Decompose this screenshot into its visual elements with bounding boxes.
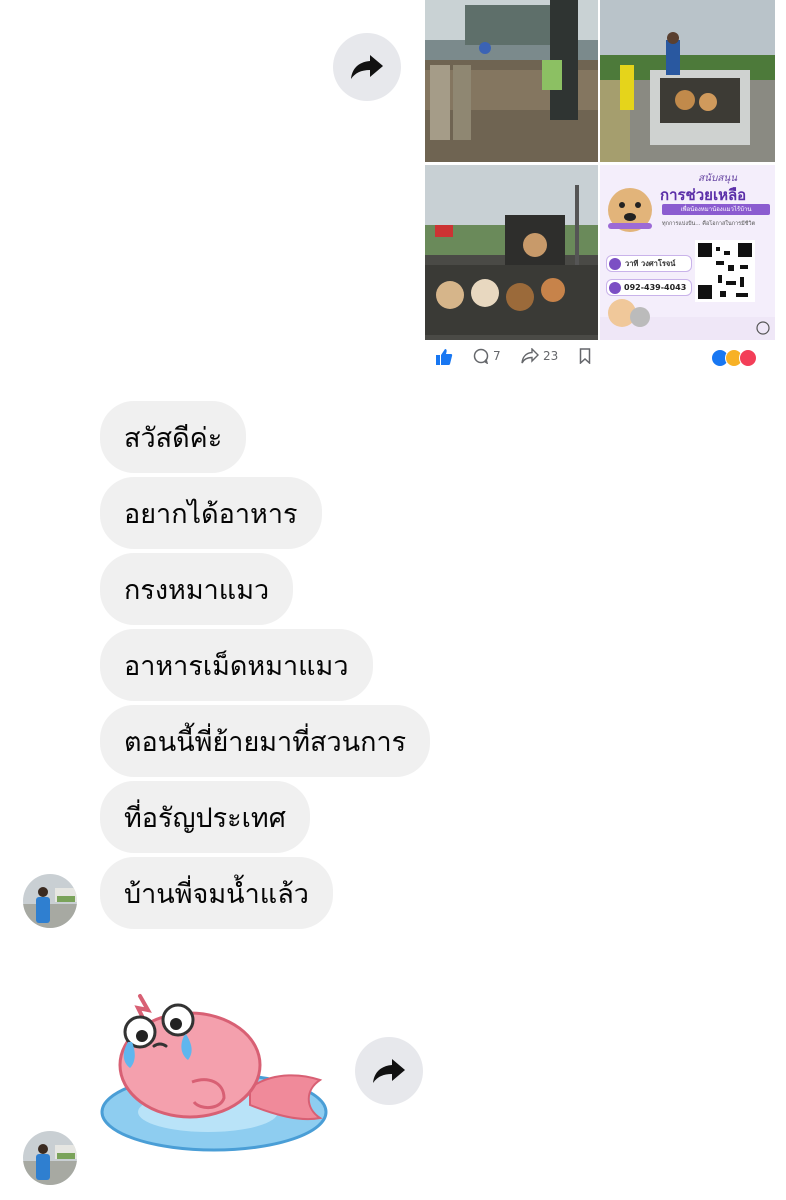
promo-subline: เพื่อน้องหมาน้องแมวไร้บ้าน	[662, 204, 770, 215]
message-text: ตอนนี้พี่ย้ายมาที่สวนการ	[124, 726, 407, 758]
promo-phone: 092-439-4043	[606, 279, 692, 296]
sender-avatar[interactable]	[23, 1131, 77, 1185]
sticker-crying-shrimp[interactable]	[100, 990, 332, 1160]
phone-icon	[609, 281, 621, 294]
photo-donation-poster[interactable]: สนับสนุน การช่วยเหลือ เพื่อน้องหมาน้องแม…	[600, 165, 775, 340]
photo-dogs-cages[interactable]	[425, 165, 598, 340]
share-button[interactable]: 23	[521, 348, 558, 364]
promo-account-name: วาที วงศาโรจน์	[606, 255, 692, 272]
forward-post-button[interactable]	[333, 33, 401, 101]
comment-count: 7	[493, 349, 501, 363]
comment-button[interactable]: 7	[473, 348, 501, 364]
share-arrow-icon	[373, 1059, 405, 1083]
post-action-bar: 7 23	[425, 340, 775, 376]
message-bubble[interactable]: ที่อรัญประเทศ	[100, 781, 310, 853]
photo-flood-street[interactable]	[425, 0, 598, 162]
comment-icon	[473, 348, 489, 364]
message-text: อาหารเม็ดหมาแมว	[124, 650, 349, 682]
share-count: 23	[543, 349, 559, 363]
share-arrow-icon	[351, 55, 383, 79]
reactions-icon[interactable]	[711, 349, 757, 367]
message-bubble[interactable]: ตอนนี้พี่ย้ายมาที่สวนการ	[100, 705, 431, 777]
message-bubble[interactable]: อาหารเม็ดหมาแมว	[100, 629, 373, 701]
like-button[interactable]	[435, 348, 453, 366]
message-text: บ้านพี่จมน้ำแล้ว	[124, 878, 309, 910]
message-bubble[interactable]: บ้านพี่จมน้ำแล้ว	[100, 857, 333, 929]
message-text: อยากได้อาหาร	[124, 498, 298, 530]
message-text: ที่อรัญประเทศ	[124, 802, 286, 834]
save-button[interactable]	[579, 348, 591, 364]
bank-icon	[609, 257, 621, 270]
like-icon	[436, 349, 453, 365]
shared-post-card[interactable]: สนับสนุน การช่วยเหลือ เพื่อน้องหมาน้องแม…	[425, 0, 775, 380]
message-text: กรงหมาแมว	[124, 574, 270, 606]
bookmark-icon	[579, 348, 591, 364]
forward-sticker-button[interactable]	[355, 1037, 423, 1105]
message-text: สวัสดีค่ะ	[124, 422, 223, 454]
sender-avatar[interactable]	[23, 874, 77, 928]
share-icon	[521, 348, 539, 364]
promo-tagline: ทุกการแบ่งปัน... คือโอกาสในการมีชีวิต	[662, 221, 756, 227]
message-bubble[interactable]: กรงหมาแมว	[100, 553, 294, 625]
photo-truck-rescue[interactable]	[600, 0, 775, 162]
message-bubble[interactable]: อยากได้อาหาร	[100, 477, 322, 549]
message-bubble[interactable]: สวัสดีค่ะ	[100, 401, 247, 473]
